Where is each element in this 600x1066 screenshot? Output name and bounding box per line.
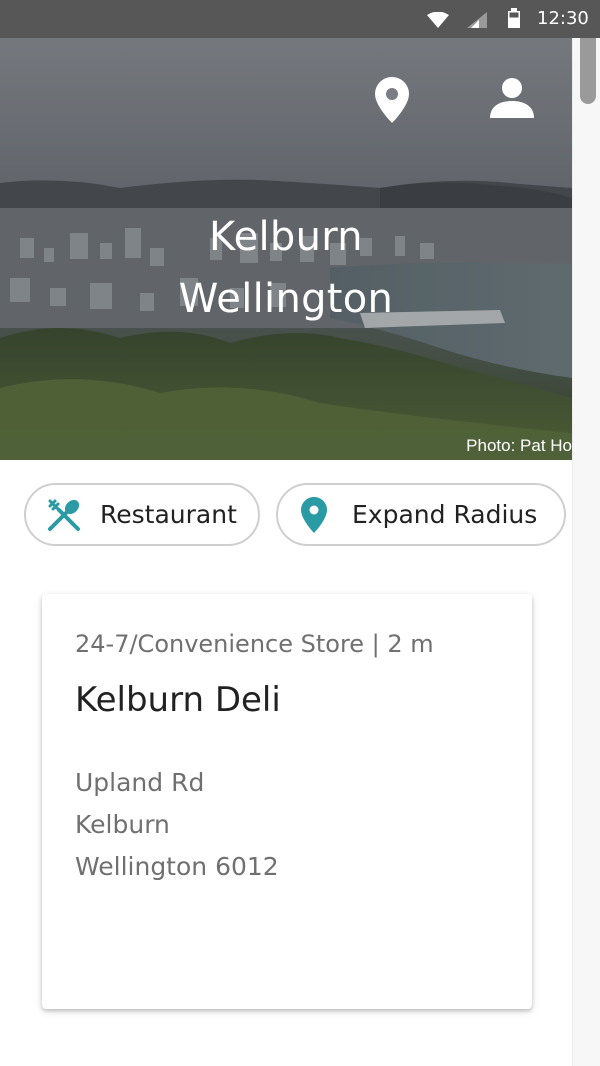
location-title: Kelburn Wellington xyxy=(0,206,572,330)
result-card[interactable]: 24-7/Convenience Store | 2 m Kelburn Del… xyxy=(42,594,532,1009)
result-name: Kelburn Deli xyxy=(75,680,281,720)
location-title-line1: Kelburn xyxy=(209,214,363,260)
restaurant-filter-label: Restaurant xyxy=(100,500,237,529)
location-title-line2: Wellington xyxy=(178,276,394,322)
profile-icon xyxy=(490,78,534,118)
location-pin-icon xyxy=(375,77,409,123)
utensils-icon xyxy=(44,495,84,535)
wifi-icon xyxy=(427,12,449,28)
location-button[interactable] xyxy=(370,75,414,125)
address-line: Wellington 6012 xyxy=(75,852,279,881)
battery-icon xyxy=(508,8,520,28)
restaurant-filter-button[interactable]: Restaurant xyxy=(24,483,260,546)
expand-radius-button[interactable]: Expand Radius xyxy=(276,483,566,546)
status-time: 12:30 xyxy=(537,8,589,29)
cell-signal-icon xyxy=(467,12,487,28)
expand-radius-label: Expand Radius xyxy=(352,500,538,529)
photo-credit: Photo: Pat Ho xyxy=(466,436,572,455)
profile-button[interactable] xyxy=(488,75,536,121)
scrollbar-track[interactable] xyxy=(572,0,600,1066)
hero-banner: Kelburn Wellington Photo: Pat Ho xyxy=(0,38,572,460)
result-category: 24-7/Convenience Store | 2 m xyxy=(75,630,434,658)
location-pin-icon xyxy=(294,495,334,535)
address-line: Upland Rd xyxy=(75,768,205,797)
address-line: Kelburn xyxy=(75,810,170,839)
status-bar: 12:30 xyxy=(0,0,600,38)
result-address: Upland Rd Kelburn Wellington 6012 xyxy=(75,762,279,888)
